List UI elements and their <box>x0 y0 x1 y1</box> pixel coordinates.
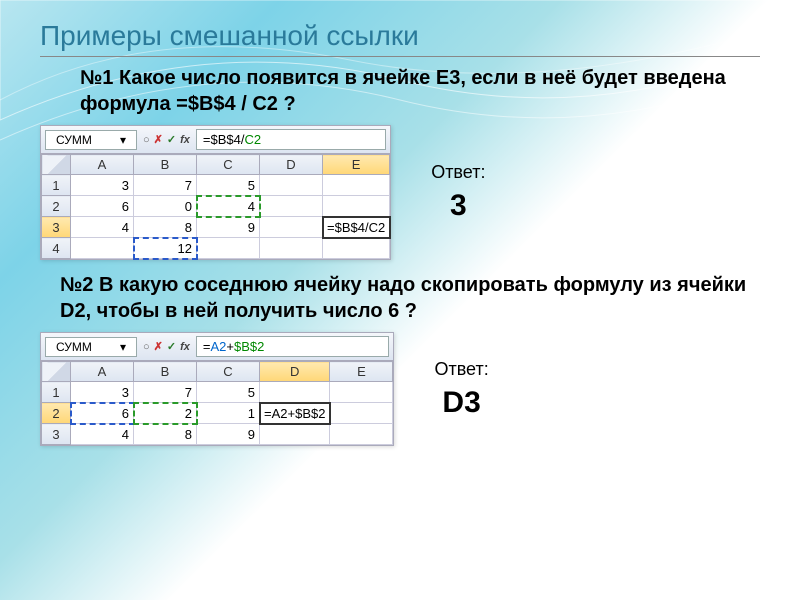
grid-1: A B C D E 1 3 7 5 2 6 0 <box>41 154 390 259</box>
row-header[interactable]: 2 <box>42 196 71 217</box>
formula-bar-controls: ○ ✗ ✓ fx <box>143 340 190 353</box>
cell[interactable]: 7 <box>134 382 197 403</box>
cell[interactable] <box>323 175 390 196</box>
cell[interactable] <box>330 424 393 445</box>
cell[interactable]: 4 <box>71 217 134 238</box>
cell[interactable]: 5 <box>197 382 260 403</box>
cancel-icon[interactable]: ✗ <box>154 340 163 353</box>
row-header[interactable]: 3 <box>42 424 71 445</box>
row-header[interactable]: 2 <box>42 403 71 424</box>
name-box[interactable]: СУММ ▾ <box>45 130 137 150</box>
cell[interactable]: 7 <box>134 175 197 196</box>
grid-2: A B C D E 1 3 7 5 2 6 2 <box>41 361 393 445</box>
cell[interactable]: 8 <box>134 424 197 445</box>
question-1: №1 Какое число появится в ячейке E3, есл… <box>80 65 760 117</box>
cell[interactable]: 4 <box>197 196 260 217</box>
formula-bar[interactable]: =$B$4/C2 <box>196 129 386 150</box>
cell[interactable]: 8 <box>134 217 197 238</box>
fx-icon[interactable]: fx <box>180 134 190 146</box>
fx-icon[interactable]: fx <box>180 341 190 353</box>
col-header[interactable]: A <box>71 362 134 382</box>
excel-screenshot-2: СУММ ▾ ○ ✗ ✓ fx =A2+$B$2 A B C <box>40 332 394 446</box>
cell[interactable]: 9 <box>197 217 260 238</box>
answer-1: Ответ: 3 <box>431 162 485 223</box>
cell[interactable]: 2 <box>134 403 197 424</box>
col-header[interactable]: E <box>323 155 390 175</box>
name-box[interactable]: СУММ ▾ <box>45 337 137 357</box>
cell[interactable] <box>330 382 393 403</box>
enter-icon[interactable]: ✓ <box>167 340 176 353</box>
cell-active[interactable]: =A2+$B$2 <box>260 403 330 424</box>
cell[interactable] <box>260 382 330 403</box>
question-2: №2 В какую соседнюю ячейку надо скопиров… <box>60 272 760 324</box>
slide-title: Примеры смешанной ссылки <box>40 20 760 57</box>
formula-bar[interactable]: =A2+$B$2 <box>196 336 390 357</box>
cell[interactable]: 12 <box>134 238 197 259</box>
col-header[interactable]: B <box>134 155 197 175</box>
cell[interactable] <box>260 196 323 217</box>
expand-icon: ○ <box>143 134 150 146</box>
cell[interactable] <box>330 403 393 424</box>
cell[interactable] <box>260 238 323 259</box>
cell-active[interactable]: =$B$4/C2 <box>323 217 390 238</box>
cell[interactable] <box>260 175 323 196</box>
cell[interactable]: 9 <box>197 424 260 445</box>
row-header[interactable]: 3 <box>42 217 71 238</box>
col-header[interactable]: E <box>330 362 393 382</box>
cell[interactable] <box>260 424 330 445</box>
enter-icon[interactable]: ✓ <box>167 133 176 146</box>
cell[interactable] <box>323 196 390 217</box>
dropdown-icon: ▾ <box>120 340 126 354</box>
cancel-icon[interactable]: ✗ <box>154 133 163 146</box>
answer-2: Ответ: D3 <box>434 359 488 420</box>
cell[interactable]: 6 <box>71 403 134 424</box>
row-header[interactable]: 1 <box>42 175 71 196</box>
cell[interactable]: 3 <box>71 175 134 196</box>
formula-bar-controls: ○ ✗ ✓ fx <box>143 133 190 146</box>
cell[interactable]: 4 <box>71 424 134 445</box>
cell[interactable]: 6 <box>71 196 134 217</box>
cell[interactable]: 5 <box>197 175 260 196</box>
col-header[interactable]: C <box>197 155 260 175</box>
cell[interactable] <box>71 238 134 259</box>
col-header[interactable]: B <box>134 362 197 382</box>
cell[interactable]: 1 <box>197 403 260 424</box>
excel-screenshot-1: СУММ ▾ ○ ✗ ✓ fx =$B$4/C2 A B C <box>40 125 391 260</box>
row-header[interactable]: 1 <box>42 382 71 403</box>
select-all-corner[interactable] <box>42 362 71 382</box>
row-header[interactable]: 4 <box>42 238 71 259</box>
col-header[interactable]: D <box>260 155 323 175</box>
col-header[interactable]: D <box>260 362 330 382</box>
cell[interactable] <box>197 238 260 259</box>
col-header[interactable]: A <box>71 155 134 175</box>
cell[interactable]: 0 <box>134 196 197 217</box>
col-header[interactable]: C <box>197 362 260 382</box>
select-all-corner[interactable] <box>42 155 71 175</box>
cell[interactable]: 3 <box>71 382 134 403</box>
dropdown-icon: ▾ <box>120 133 126 147</box>
cell[interactable] <box>260 217 323 238</box>
cell[interactable] <box>323 238 390 259</box>
expand-icon: ○ <box>143 341 150 353</box>
